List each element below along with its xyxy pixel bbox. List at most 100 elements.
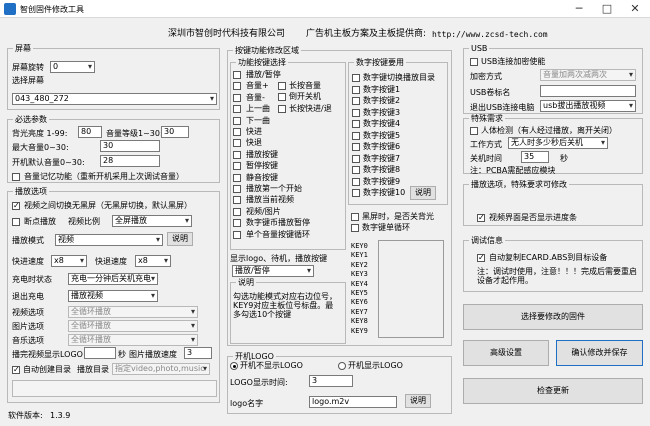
version-value: 1.3.9: [50, 411, 71, 420]
key-map-box: [378, 240, 444, 338]
confirm-save-button[interactable]: 确认修改并保存: [556, 340, 643, 366]
logo-interval-input[interactable]: [84, 347, 116, 359]
key-checkbox[interactable]: [233, 196, 241, 205]
key-checkbox[interactable]: [233, 139, 241, 148]
picture-option-label: 图片选项: [12, 322, 44, 331]
title-bar: [0, 0, 650, 18]
advanced-settings-button[interactable]: 高级设置: [463, 340, 549, 366]
key-checkbox[interactable]: [233, 128, 241, 136]
close-button[interactable]: ✕: [621, 0, 649, 18]
digit-key-checkbox[interactable]: [352, 166, 360, 174]
key-option-checkbox[interactable]: [278, 93, 286, 102]
key-checkbox[interactable]: [233, 162, 241, 171]
maximize-button[interactable]: □: [593, 0, 621, 18]
black-screen-label: 黑屏时，是否关背光: [362, 212, 434, 221]
usb-volume-name-input[interactable]: [540, 85, 636, 97]
work-mode-label: 工作方式: [470, 140, 502, 149]
dir-path-field[interactable]: [12, 380, 217, 397]
digit-key-checkbox[interactable]: [352, 120, 360, 128]
key-option-checkbox[interactable]: [278, 82, 286, 90]
rewind-speed-select[interactable]: x8: [135, 255, 171, 267]
logo-explain-button[interactable]: 说明: [405, 394, 431, 408]
key-slot-label: KEY4: [351, 279, 368, 288]
sensor-checkbox[interactable]: [470, 127, 478, 135]
key-checkbox[interactable]: [233, 207, 241, 216]
auto-switch-checkbox[interactable]: [12, 201, 20, 211]
show-logo-label: 开机显示LOGO: [348, 361, 403, 370]
logo-name-input[interactable]: logo.m2v: [309, 396, 397, 408]
digit-key-checkbox[interactable]: [352, 85, 360, 94]
check-update-button[interactable]: 检查更新: [463, 378, 643, 404]
minimize-button[interactable]: ─: [565, 0, 593, 18]
rotate-select[interactable]: 0: [50, 61, 95, 73]
digit-key-label: 数字按键7: [363, 153, 401, 163]
boot-volume-input[interactable]: 28: [100, 155, 160, 167]
key-checkbox[interactable]: [233, 93, 241, 102]
digit-key-checkbox[interactable]: [352, 154, 360, 163]
digit-key-label: 数字按键1: [363, 84, 401, 94]
key-checkbox[interactable]: [233, 219, 241, 228]
progress-bar-checkbox[interactable]: [477, 213, 485, 223]
key-checkbox[interactable]: [233, 116, 241, 125]
off-time-input[interactable]: 35: [521, 151, 549, 163]
auto-copy-checkbox[interactable]: [477, 253, 485, 263]
encrypt-method-label: 加密方式: [470, 72, 502, 81]
no-logo-radio[interactable]: [230, 362, 238, 370]
digit-key-label: 数字按键5: [363, 130, 401, 140]
digit-key-checkbox[interactable]: [352, 131, 360, 140]
digit-key-checkbox[interactable]: [352, 74, 360, 82]
auto-dir-label: 自动创建目录: [23, 365, 71, 374]
usb-volume-name-label: USB卷标名: [470, 88, 511, 97]
digit-key-checkbox[interactable]: [352, 189, 360, 197]
single-loop-checkbox[interactable]: [351, 224, 359, 232]
picture-option-select[interactable]: 全循环播放: [68, 320, 198, 332]
usb-group-label: USB: [469, 44, 490, 53]
digit-explain-button[interactable]: 说明: [410, 186, 436, 200]
select-firmware-button[interactable]: 选择要修改的固件: [463, 304, 643, 330]
key-option-checkbox[interactable]: [278, 104, 286, 113]
max-volume-input[interactable]: 30: [100, 140, 160, 152]
logo-time-input[interactable]: 3: [309, 375, 353, 387]
usb-encrypt-label: USB连接加密使能: [481, 57, 546, 66]
work-mode-select[interactable]: 无人时多少秒后关机: [508, 137, 608, 149]
music-option-select[interactable]: 全循环播放: [68, 334, 198, 346]
mode-select[interactable]: 视频: [55, 234, 163, 246]
digit-key-checkbox[interactable]: [352, 143, 360, 151]
picture-speed-input[interactable]: 3: [184, 347, 212, 359]
fast-speed-select[interactable]: x8: [51, 255, 87, 267]
exit-charge-select[interactable]: 播放视频: [68, 290, 158, 302]
boot-volume-label: 开机默认音量0~30:: [12, 158, 85, 167]
company-name: 深圳市智创时代科技有限公司: [168, 29, 286, 39]
key-checkbox[interactable]: [233, 82, 241, 91]
digit-key-checkbox[interactable]: [352, 97, 360, 105]
memory-checkbox[interactable]: [12, 173, 20, 181]
key-checkbox[interactable]: [233, 150, 241, 159]
charge-state-select[interactable]: 充电一分钟后关机充电: [68, 273, 158, 285]
params-group-label: 必选参数: [13, 115, 49, 124]
key-checkbox[interactable]: [233, 105, 241, 114]
video-option-label: 视频选项: [12, 308, 44, 317]
auto-dir-checkbox[interactable]: [12, 365, 20, 375]
mode-explain-button[interactable]: 说明: [167, 232, 193, 246]
video-option-select[interactable]: 全循环播放: [68, 306, 198, 318]
key-checkbox[interactable]: [233, 185, 241, 193]
usb-encrypt-checkbox[interactable]: [470, 58, 478, 66]
digit-key-checkbox[interactable]: [352, 177, 360, 186]
volume-level-input[interactable]: 30: [161, 126, 189, 138]
usb-exit-select[interactable]: usb拔出播放视频: [540, 100, 636, 112]
black-screen-checkbox[interactable]: [351, 213, 359, 221]
usb-exit-label: 退出USB连接电脑: [470, 103, 535, 112]
ratio-select[interactable]: 全屏播放: [112, 215, 192, 227]
key-checkbox[interactable]: [233, 230, 241, 239]
logo-standby-select[interactable]: 播放/暂停: [232, 265, 314, 277]
key-checkbox[interactable]: [233, 71, 241, 79]
show-logo-radio[interactable]: [338, 362, 346, 370]
key-checkbox[interactable]: [233, 173, 241, 182]
resume-checkbox[interactable]: [12, 218, 20, 226]
company-tagline: 广告机主板方案及主板提供商:: [306, 29, 427, 39]
digit-key-checkbox[interactable]: [352, 108, 360, 117]
backlight-input[interactable]: 80: [78, 126, 102, 138]
screen-select[interactable]: 043_480_272: [12, 93, 217, 105]
dir-select[interactable]: 指定video,photo,music: [112, 363, 210, 375]
encrypt-method-select[interactable]: 音量加两次减两次: [540, 69, 636, 81]
